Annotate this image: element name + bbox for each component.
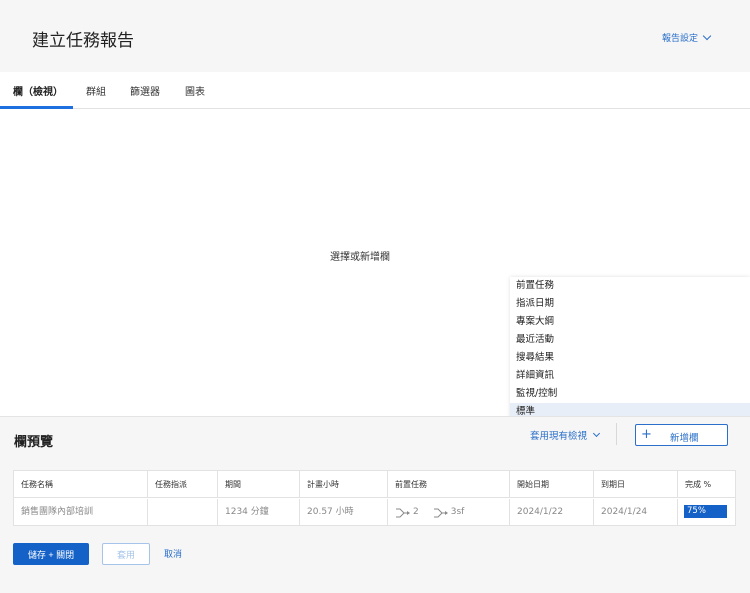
column-header-start-date[interactable]: 開始日期 (510, 471, 594, 498)
column-header-percent-complete[interactable]: 完成 % (678, 471, 735, 498)
cell-planned-hours: 20.57 小時 (300, 499, 388, 526)
report-settings-link[interactable]: 報告設定 (661, 31, 712, 44)
menu-item-recent-activity[interactable]: 最近活動 (510, 331, 750, 349)
plus-icon: + (641, 427, 652, 442)
menu-item-project-outline[interactable]: 專案大綱 (510, 313, 750, 331)
column-header-predecessors[interactable]: 前置任務 (388, 471, 510, 498)
add-column-button[interactable]: + 新增欄 (635, 424, 728, 446)
page-title: 建立任務報告 (32, 31, 134, 51)
view-dropdown-menu: 前置任務 指派日期 專案大綱 最近活動 搜尋結果 詳細資訊 監視/控制 標準 (510, 277, 750, 421)
menu-item-monitor-control[interactable]: 監視/控制 (510, 385, 750, 403)
column-preview-panel: 欄預覽 套用現有檢視 + 新增欄 任務名稱 任務指派 期間 計畫小時 前置任務 … (0, 416, 750, 593)
column-header-planned-hours[interactable]: 計畫小時 (300, 471, 388, 498)
menu-item-search-results[interactable]: 搜尋結果 (510, 349, 750, 367)
apply-button[interactable]: 套用 (102, 543, 150, 565)
tab-columns[interactable]: 欄（檢視） (13, 83, 63, 98)
add-column-label: 新增欄 (670, 433, 699, 444)
tab-chart[interactable]: 圖表 (185, 83, 205, 98)
predecessor-link-icon (396, 508, 410, 517)
cell-duration: 1234 分鐘 (218, 499, 300, 526)
preview-title: 欄預覽 (14, 435, 54, 450)
preview-table: 任務名稱 任務指派 期間 計畫小時 前置任務 開始日期 到期日 完成 % 銷售團… (13, 470, 736, 526)
divider (616, 423, 617, 445)
column-header-assignment[interactable]: 任務指派 (148, 471, 218, 498)
tab-groupings[interactable]: 群組 (86, 83, 106, 98)
column-header-due-date[interactable]: 到期日 (594, 471, 678, 498)
save-close-button[interactable]: 儲存 + 關閉 (13, 543, 89, 565)
predecessor-link-icon (433, 508, 448, 517)
menu-item-details[interactable]: 詳細資訊 (510, 367, 750, 385)
cancel-button[interactable]: 取消 (164, 547, 182, 560)
active-tab-indicator (0, 106, 73, 109)
report-settings-label: 報告設定 (661, 34, 698, 44)
chevron-down-icon (592, 429, 601, 438)
menu-item-assignment-date[interactable]: 指派日期 (510, 295, 750, 313)
cell-predecessors: 2 3sf (388, 499, 510, 526)
apply-existing-view-button[interactable]: 套用現有檢視 (530, 428, 601, 442)
percent-complete-bar: 75% (684, 505, 727, 518)
percent-complete-label: 75% (687, 506, 706, 516)
cell-start-date: 2024/1/22 (510, 499, 594, 526)
tab-filters[interactable]: 篩選器 (130, 83, 160, 98)
predecessor-value: 2 (413, 507, 419, 517)
menu-item-predecessors[interactable]: 前置任務 (510, 277, 750, 295)
predecessor-value: 3sf (450, 507, 465, 517)
chevron-down-icon (702, 31, 712, 41)
tab-bar: 欄（檢視） 群組 篩選器 圖表 (0, 72, 750, 109)
header: 建立任務報告 報告設定 (0, 0, 750, 72)
column-header-duration[interactable]: 期間 (218, 471, 300, 498)
apply-view-label: 套用現有檢視 (530, 431, 588, 442)
cell-task-name: 銷售團隊內部培訓 (14, 499, 148, 526)
cell-assignment (148, 499, 218, 526)
cell-due-date: 2024/1/24 (594, 499, 678, 526)
column-header-task-name[interactable]: 任務名稱 (14, 471, 148, 498)
empty-state-text: 選擇或新增欄 (330, 252, 390, 263)
cell-percent-complete: 75% (678, 499, 735, 526)
